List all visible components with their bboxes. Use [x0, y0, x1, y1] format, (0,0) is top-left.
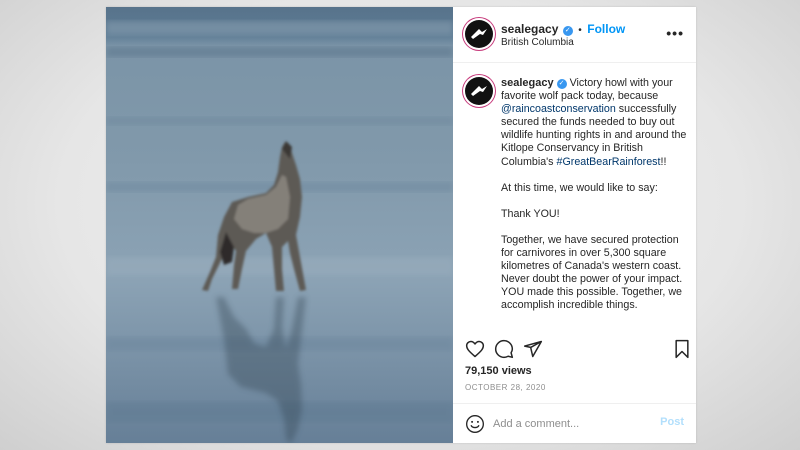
- share-icon[interactable]: [523, 339, 543, 359]
- comment-icon[interactable]: [494, 339, 514, 359]
- caption-paragraph-4: Together, we have secured protection for…: [501, 233, 683, 312]
- post-caption: sealegacy ✓ Victory howl with your favor…: [501, 77, 687, 325]
- header-title-row: sealegacy ✓ • Follow: [501, 20, 625, 38]
- comment-input[interactable]: [493, 416, 613, 432]
- header-username[interactable]: sealegacy: [501, 22, 558, 36]
- heart-icon[interactable]: [465, 339, 485, 359]
- caption-paragraph-3: Thank YOU!: [501, 207, 560, 220]
- bookmark-icon[interactable]: [673, 339, 691, 359]
- post-sidebar: sealegacy ✓ • Follow British Columbia ••…: [453, 7, 696, 443]
- verified-badge-icon: ✓: [556, 79, 567, 89]
- follow-button[interactable]: Follow: [587, 22, 625, 36]
- mention-link[interactable]: @raincoastconservation: [501, 103, 616, 115]
- comment-bar: Post: [453, 403, 696, 444]
- action-bar: [453, 337, 696, 361]
- caption-text: !!: [660, 155, 667, 168]
- sealegacy-logo-icon: [471, 86, 487, 96]
- post-header: sealegacy ✓ • Follow British Columbia ••…: [453, 7, 696, 63]
- instagram-post-card: sealegacy ✓ • Follow British Columbia ••…: [106, 7, 696, 443]
- caption-paragraph-2: At this time, we would like to say:: [501, 181, 658, 194]
- post-date[interactable]: OCTOBER 28, 2020: [465, 383, 546, 392]
- post-comment-button[interactable]: Post: [660, 416, 684, 428]
- hashtag-link[interactable]: #GreatBearRainforest: [557, 156, 661, 168]
- caption-paragraph-1: sealegacy ✓ Victory howl with your favor…: [501, 77, 687, 169]
- verified-badge-icon: ✓: [562, 26, 573, 36]
- post-photo[interactable]: [106, 7, 453, 443]
- sealegacy-logo-icon: [471, 29, 487, 39]
- emoji-icon[interactable]: [465, 414, 485, 434]
- avatar[interactable]: [465, 20, 493, 48]
- follow-separator: •: [578, 25, 582, 36]
- caption-username[interactable]: sealegacy: [501, 77, 554, 89]
- view-count[interactable]: 79,150 views: [465, 365, 532, 377]
- wolf-photo-image: [106, 7, 453, 443]
- more-options-icon[interactable]: •••: [666, 25, 684, 41]
- caption-avatar[interactable]: [465, 77, 493, 105]
- post-location[interactable]: British Columbia: [501, 37, 574, 48]
